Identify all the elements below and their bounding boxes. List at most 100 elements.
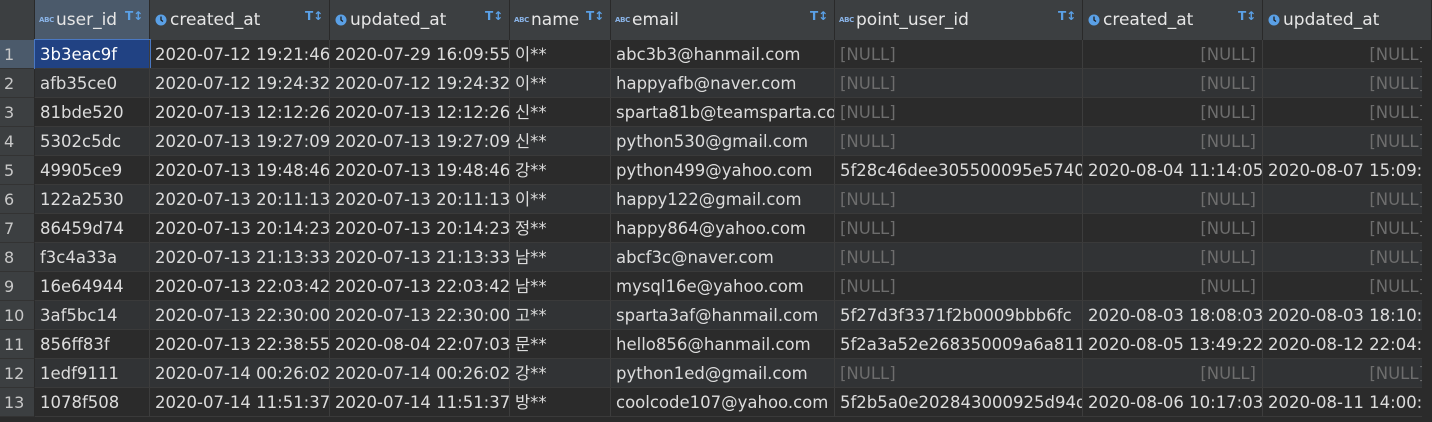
cell-point-created-at[interactable]: [NULL] xyxy=(1083,40,1263,69)
cell-email[interactable]: hello856@hanmail.com xyxy=(611,330,835,359)
row-number[interactable]: 4 xyxy=(0,127,35,156)
cell-name[interactable]: 남** xyxy=(510,243,611,272)
cell-user-id[interactable]: 81bde520 xyxy=(35,98,150,127)
cell-name[interactable]: 이** xyxy=(510,69,611,98)
cell-point-updated-at[interactable]: 2020-08-12 22:04:5 xyxy=(1263,330,1432,359)
row-number[interactable]: 2 xyxy=(0,69,35,98)
cell-point-created-at[interactable]: [NULL] xyxy=(1083,98,1263,127)
cell-email[interactable]: sparta81b@teamsparta.co xyxy=(611,98,835,127)
row-number[interactable]: 9 xyxy=(0,272,35,301)
table-row[interactable]: 8 f3c4a33a 2020-07-13 21:13:33 2020-07-13 2… xyxy=(0,243,1432,272)
cell-email[interactable]: happyafb@naver.com xyxy=(611,69,835,98)
col-header-point-created-at[interactable]: created_at T↕ xyxy=(1083,0,1263,40)
table-row[interactable]: 6 122a2530 2020-07-13 20:11:13 2020-07-13 2… xyxy=(0,185,1432,214)
cell-updated-at[interactable]: 2020-07-13 22:03:42 xyxy=(330,272,510,301)
cell-name[interactable]: 신** xyxy=(510,98,611,127)
cell-point-user-id[interactable]: [NULL] xyxy=(835,69,1083,98)
col-header-point-updated-at[interactable]: updated_at xyxy=(1263,0,1432,40)
cell-point-updated-at[interactable]: [NULL] xyxy=(1263,185,1432,214)
cell-point-updated-at[interactable]: [NULL] xyxy=(1263,98,1432,127)
cell-point-created-at[interactable]: [NULL] xyxy=(1083,69,1263,98)
cell-point-updated-at[interactable]: [NULL] xyxy=(1263,272,1432,301)
cell-point-created-at[interactable]: [NULL] xyxy=(1083,214,1263,243)
cell-created-at[interactable]: 2020-07-13 22:03:42 xyxy=(150,272,330,301)
cell-point-created-at[interactable]: 2020-08-05 13:49:22 xyxy=(1083,330,1263,359)
cell-point-updated-at[interactable]: [NULL] xyxy=(1263,243,1432,272)
col-header-email[interactable]: ABC email T↕ xyxy=(611,0,835,40)
cell-user-id[interactable]: 16e64944 xyxy=(35,272,150,301)
cell-created-at[interactable]: 2020-07-14 00:26:02 xyxy=(150,359,330,388)
cell-name[interactable]: 문** xyxy=(510,330,611,359)
row-number[interactable]: 5 xyxy=(0,156,35,185)
cell-updated-at[interactable]: 2020-07-14 00:26:02 xyxy=(330,359,510,388)
cell-email[interactable]: sparta3af@hanmail.com xyxy=(611,301,835,330)
row-number[interactable]: 11 xyxy=(0,330,35,359)
cell-name[interactable]: 정** xyxy=(510,214,611,243)
cell-updated-at[interactable]: 2020-07-13 19:48:46 xyxy=(330,156,510,185)
cell-updated-at[interactable]: 2020-07-13 12:12:26 xyxy=(330,98,510,127)
sort-filter-icon[interactable]: T↕ xyxy=(125,9,143,25)
cell-point-user-id[interactable]: 5f2a3a52e268350009a6a811 xyxy=(835,330,1083,359)
sort-filter-icon[interactable]: T↕ xyxy=(1058,9,1076,25)
row-number[interactable]: 12 xyxy=(0,359,35,388)
cell-point-user-id[interactable]: [NULL] xyxy=(835,185,1083,214)
cell-email[interactable]: mysql16e@yahoo.com xyxy=(611,272,835,301)
cell-updated-at[interactable]: 2020-07-13 21:13:33 xyxy=(330,243,510,272)
cell-point-user-id[interactable]: 5f27d3f3371f2b0009bbb6fc xyxy=(835,301,1083,330)
cell-created-at[interactable]: 2020-07-13 22:30:00 xyxy=(150,301,330,330)
cell-name[interactable]: 이** xyxy=(510,40,611,69)
cell-updated-at[interactable]: 2020-07-13 20:11:13 xyxy=(330,185,510,214)
cell-point-updated-at[interactable]: 2020-08-07 15:09:5 xyxy=(1263,156,1432,185)
table-row[interactable]: 1 3b3eac9f 2020-07-12 19:21:46 2020-07-29 1… xyxy=(0,39,1432,70)
cell-name[interactable]: 이** xyxy=(510,185,611,214)
vertical-scrollbar[interactable] xyxy=(1422,40,1432,422)
cell-point-user-id[interactable]: 5f2b5a0e202843000925d94d xyxy=(835,388,1083,417)
table-row[interactable]: 4 5302c5dc 2020-07-13 19:27:09 2020-07-13 1… xyxy=(0,127,1432,156)
table-row[interactable]: 11 856ff83f 2020-07-13 22:38:55 2020-08-04 … xyxy=(0,330,1432,359)
cell-created-at[interactable]: 2020-07-13 20:14:23 xyxy=(150,214,330,243)
cell-name[interactable]: 신** xyxy=(510,127,611,156)
cell-point-created-at[interactable]: [NULL] xyxy=(1083,243,1263,272)
cell-point-user-id[interactable]: [NULL] xyxy=(835,243,1083,272)
cell-email[interactable]: python1ed@gmail.com xyxy=(611,359,835,388)
sort-filter-icon[interactable]: T↕ xyxy=(485,9,503,25)
cell-created-at[interactable]: 2020-07-12 19:24:32 xyxy=(150,69,330,98)
cell-user-id[interactable]: 1078f508 xyxy=(35,388,150,417)
cell-point-user-id[interactable]: [NULL] xyxy=(835,359,1083,388)
cell-point-updated-at[interactable]: 2020-08-03 18:10:1 xyxy=(1263,301,1432,330)
cell-user-id[interactable]: 122a2530 xyxy=(35,185,150,214)
table-row[interactable]: 13 1078f508 2020-07-14 11:51:37 2020-07-14 … xyxy=(0,388,1432,417)
cell-user-id[interactable]: 5302c5dc xyxy=(35,127,150,156)
cell-name[interactable]: 강** xyxy=(510,359,611,388)
cell-point-created-at[interactable]: [NULL] xyxy=(1083,359,1263,388)
cell-name[interactable]: 남** xyxy=(510,272,611,301)
cell-user-id[interactable]: 856ff83f xyxy=(35,330,150,359)
cell-created-at[interactable]: 2020-07-13 12:12:26 xyxy=(150,98,330,127)
table-row[interactable]: 12 1edf9111 2020-07-14 00:26:02 2020-07-14 … xyxy=(0,359,1432,388)
cell-created-at[interactable]: 2020-07-13 20:11:13 xyxy=(150,185,330,214)
cell-point-user-id[interactable]: [NULL] xyxy=(835,214,1083,243)
cell-point-updated-at[interactable]: [NULL] xyxy=(1263,69,1432,98)
sort-filter-icon[interactable]: T↕ xyxy=(305,9,323,25)
cell-updated-at[interactable]: 2020-07-13 20:14:23 xyxy=(330,214,510,243)
cell-updated-at[interactable]: 2020-07-13 22:30:00 xyxy=(330,301,510,330)
sort-filter-icon[interactable]: T↕ xyxy=(1238,9,1256,25)
sort-filter-icon[interactable]: T↕ xyxy=(586,9,604,25)
cell-user-id[interactable]: 1edf9111 xyxy=(35,359,150,388)
cell-point-updated-at[interactable]: [NULL] xyxy=(1263,127,1432,156)
table-row[interactable]: 9 16e64944 2020-07-13 22:03:42 2020-07-13 2… xyxy=(0,272,1432,301)
cell-email[interactable]: abc3b3@hanmail.com xyxy=(611,40,835,69)
cell-point-updated-at[interactable]: [NULL] xyxy=(1263,214,1432,243)
cell-email[interactable]: happy122@gmail.com xyxy=(611,185,835,214)
cell-point-created-at[interactable]: [NULL] xyxy=(1083,272,1263,301)
cell-updated-at[interactable]: 2020-07-12 19:24:32 xyxy=(330,69,510,98)
row-number[interactable]: 13 xyxy=(0,388,35,417)
col-header-user-id[interactable]: ABC user_id T↕ xyxy=(35,0,150,40)
cell-point-created-at[interactable]: 2020-08-03 18:08:03 xyxy=(1083,301,1263,330)
col-header-name[interactable]: ABC name T↕ xyxy=(510,0,611,40)
cell-email[interactable]: coolcode107@yahoo.com xyxy=(611,388,835,417)
table-row[interactable]: 10 3af5bc14 2020-07-13 22:30:00 2020-07-13 … xyxy=(0,301,1432,330)
cell-point-user-id[interactable]: [NULL] xyxy=(835,272,1083,301)
cell-created-at[interactable]: 2020-07-13 21:13:33 xyxy=(150,243,330,272)
cell-created-at[interactable]: 2020-07-13 19:27:09 xyxy=(150,127,330,156)
